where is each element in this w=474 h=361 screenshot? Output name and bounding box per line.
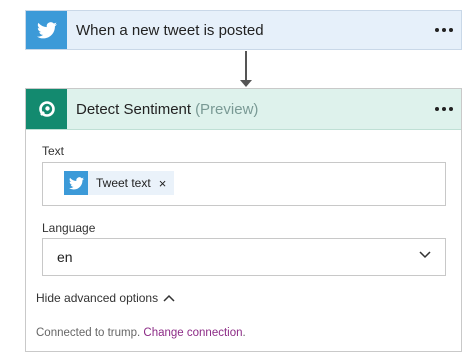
connector-arrow-icon — [240, 51, 252, 88]
twitter-icon — [64, 171, 88, 195]
chevron-down-icon — [419, 251, 431, 259]
detect-sentiment-card: Detect Sentiment (Preview) Text Tweet te… — [25, 88, 462, 352]
action-more-options-icon[interactable] — [435, 89, 453, 129]
tweet-text-token[interactable]: Tweet text × — [64, 171, 175, 195]
text-field-label: Text — [42, 144, 65, 158]
trigger-card[interactable]: When a new tweet is posted — [25, 10, 462, 50]
action-subtitle: (Preview) — [195, 100, 259, 118]
connection-info: Connected to trump. Change connection. — [36, 327, 246, 339]
language-value: en — [57, 249, 73, 265]
token-remove-icon[interactable]: × — [159, 176, 167, 191]
hide-advanced-options-label: Hide advanced options — [36, 291, 159, 305]
change-connection-link[interactable]: Change connection — [143, 327, 242, 339]
action-title: Detect Sentiment (Preview) — [76, 89, 258, 129]
language-select[interactable]: en — [42, 238, 446, 276]
connection-status: Connected to trump. — [36, 327, 141, 339]
twitter-icon — [26, 11, 67, 49]
trigger-more-options-icon[interactable] — [435, 11, 453, 49]
connection-suffix: . — [242, 327, 246, 339]
token-label: Tweet text — [96, 176, 151, 190]
text-input[interactable]: Tweet text × — [42, 162, 446, 206]
action-header[interactable]: Detect Sentiment (Preview) — [26, 89, 461, 130]
trigger-title: When a new tweet is posted — [76, 21, 264, 39]
chevron-up-icon — [163, 294, 175, 302]
hide-advanced-options-toggle[interactable]: Hide advanced options — [36, 291, 175, 305]
language-field-label: Language — [42, 221, 96, 235]
cognitive-services-icon — [26, 89, 67, 129]
action-title-text: Detect Sentiment — [76, 100, 192, 118]
